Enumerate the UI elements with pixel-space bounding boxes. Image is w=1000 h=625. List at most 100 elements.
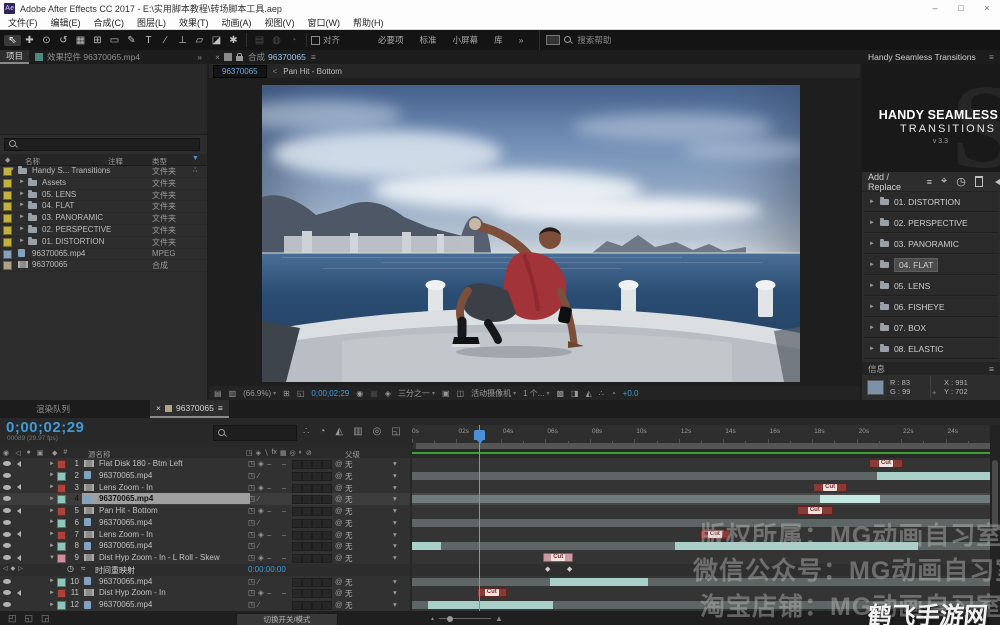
chevron-down-icon[interactable]: ▾	[393, 600, 397, 609]
expander-icon[interactable]: ►	[19, 179, 25, 185]
frame-blend-icon[interactable]: ▥	[353, 426, 362, 437]
layer-switch-icon[interactable]: –	[282, 459, 286, 468]
layer-switch-icon[interactable]: ◈	[258, 553, 264, 562]
header-switch-icon[interactable]: ◁	[15, 449, 20, 457]
hst-category-row[interactable]: ►03. PANORAMIC	[864, 234, 998, 254]
layer-name[interactable]: 96370065.mp4	[99, 541, 152, 550]
parent-select[interactable]: 无	[345, 459, 391, 470]
layer-duration-bar[interactable]	[412, 472, 990, 480]
layer-switch-icon[interactable]: ◳	[248, 459, 255, 468]
layer-name[interactable]: Pan Hit - Bottom	[99, 506, 158, 515]
layer-switch-icon[interactable]: –	[267, 530, 271, 539]
switch-cell[interactable]	[312, 531, 322, 540]
switch-cell[interactable]	[292, 460, 302, 469]
layer-switch-icon[interactable]: ∕	[258, 471, 259, 480]
switch-cell[interactable]	[312, 542, 322, 551]
layer-switch-icon[interactable]: –	[282, 530, 286, 539]
zoom-slider-handle[interactable]	[447, 616, 453, 622]
layer-label-swatch[interactable]	[57, 519, 66, 528]
camera-tool-icon[interactable]: ▦	[72, 35, 89, 46]
timeline-pane-toggle-icon[interactable]: ◲	[41, 613, 50, 624]
motion-blur-icon[interactable]: ◎	[373, 426, 382, 437]
switch-cell[interactable]	[322, 507, 332, 516]
switch-cell[interactable]	[302, 495, 312, 504]
layer-switch-icon[interactable]: –	[282, 483, 286, 492]
layer-name[interactable]: 96370065.mp4	[99, 600, 152, 609]
stamp-tool-icon[interactable]: ⊥	[174, 35, 191, 46]
hst-category-row[interactable]: ►02. PERSPECTIVE	[864, 213, 998, 233]
menu-item[interactable]: 图层(L)	[137, 16, 166, 29]
expander-icon[interactable]: ►	[869, 262, 875, 268]
hst-panel-menu-icon[interactable]: ≡	[989, 52, 994, 62]
sort-icon[interactable]: ▼	[192, 155, 199, 162]
puppet-tool-icon[interactable]: ✱	[225, 35, 242, 46]
layer-label-swatch[interactable]	[57, 542, 66, 551]
switch-cell[interactable]	[322, 542, 332, 551]
layer-expander-icon[interactable]: ►	[49, 543, 55, 549]
show-snapshot-icon[interactable]: ▦	[370, 389, 378, 398]
switch-cell[interactable]	[302, 472, 312, 481]
timeline-pane-toggle-icon[interactable]: ◰	[8, 613, 17, 624]
layer-switch-icon[interactable]: ◈	[258, 588, 264, 597]
comp-tab-close-icon[interactable]: ×	[209, 52, 224, 62]
project-tabs-more[interactable]: »	[197, 52, 207, 62]
layer-expander-icon[interactable]: ►	[49, 531, 55, 537]
layer-expander-icon[interactable]: ►	[49, 508, 55, 514]
layer-label-swatch[interactable]	[57, 554, 66, 563]
parent-select[interactable]: 无	[345, 588, 391, 599]
layer-label-swatch[interactable]	[57, 460, 66, 469]
cut-transition-bar[interactable]: Cut	[700, 530, 730, 539]
switch-cell[interactable]	[322, 601, 332, 610]
grid-guides-icon[interactable]: ⊞	[283, 389, 290, 398]
layer-name[interactable]: Flat Disk 180 - Btm Left	[99, 459, 183, 468]
expander-icon[interactable]: ►	[19, 214, 25, 220]
visibility-eye-icon[interactable]	[3, 532, 11, 537]
hst-category-row[interactable]: ►01. DISTORTION	[864, 192, 998, 212]
switch-cell[interactable]	[292, 519, 302, 528]
add-replace-menu-icon[interactable]: ≡	[927, 177, 932, 187]
parent-pickwhip-icon[interactable]: @	[335, 471, 343, 480]
project-item-name[interactable]: 05. LENS	[42, 190, 76, 199]
label-color-swatch[interactable]	[3, 250, 12, 259]
chevron-down-icon[interactable]: ▾	[393, 518, 397, 527]
layer-switch-icon[interactable]: ◳	[248, 483, 255, 492]
pen-tool-icon[interactable]: ✎	[123, 35, 140, 46]
switch-cell[interactable]	[292, 472, 302, 481]
project-item-name[interactable]: 01. DISTORTION	[42, 237, 104, 246]
align-checkbox[interactable]	[311, 36, 320, 45]
parent-pickwhip-icon[interactable]: @	[335, 541, 343, 550]
expander-icon[interactable]: ►	[869, 283, 875, 289]
layer-label-swatch[interactable]	[57, 507, 66, 516]
cut-transition-bar[interactable]: Cut	[813, 483, 847, 492]
switch-cell[interactable]	[322, 495, 332, 504]
hst-category-name[interactable]: 04. FLAT	[894, 258, 938, 272]
layer-switch-icon[interactable]: ∕	[258, 541, 259, 550]
hand-tool-icon[interactable]: ✚	[21, 35, 38, 46]
add-replace-label[interactable]: Add / Replace	[868, 172, 918, 192]
zoom-tool-icon[interactable]: ⊙	[38, 35, 55, 46]
layer-expander-icon[interactable]: ►	[49, 496, 55, 502]
chevron-down-icon[interactable]: ▾	[393, 506, 397, 515]
label-color-swatch[interactable]	[3, 261, 12, 270]
minimize-button[interactable]: –	[922, 0, 948, 16]
comp-navigator-current[interactable]: 96370065	[213, 65, 267, 78]
menu-item[interactable]: 动画(A)	[222, 16, 252, 29]
layer-label-swatch[interactable]	[57, 472, 66, 481]
label-color-swatch[interactable]	[3, 214, 12, 223]
playhead-handle[interactable]	[474, 430, 485, 440]
switch-cell[interactable]	[312, 578, 322, 587]
trash-icon[interactable]	[975, 176, 983, 187]
layer-expander-icon[interactable]: ►	[49, 602, 55, 608]
property-value[interactable]: 0:00:00:00	[248, 565, 286, 574]
label-color-swatch[interactable]	[3, 238, 12, 247]
parent-pickwhip-icon[interactable]: @	[335, 506, 343, 515]
rotate-tool-icon[interactable]: ↺	[55, 35, 72, 46]
hst-category-name[interactable]: 02. PERSPECTIVE	[894, 218, 968, 228]
view-layout-select[interactable]: 1 个...	[523, 388, 549, 399]
project-item-name[interactable]: 96370065	[32, 260, 68, 269]
switch-cell[interactable]	[322, 460, 332, 469]
audio-icon[interactable]	[14, 508, 21, 514]
chevron-down-icon[interactable]: ▾	[393, 577, 397, 586]
menu-item[interactable]: 窗口(W)	[308, 16, 341, 29]
fast-preview-icon[interactable]: ◨	[571, 389, 579, 398]
